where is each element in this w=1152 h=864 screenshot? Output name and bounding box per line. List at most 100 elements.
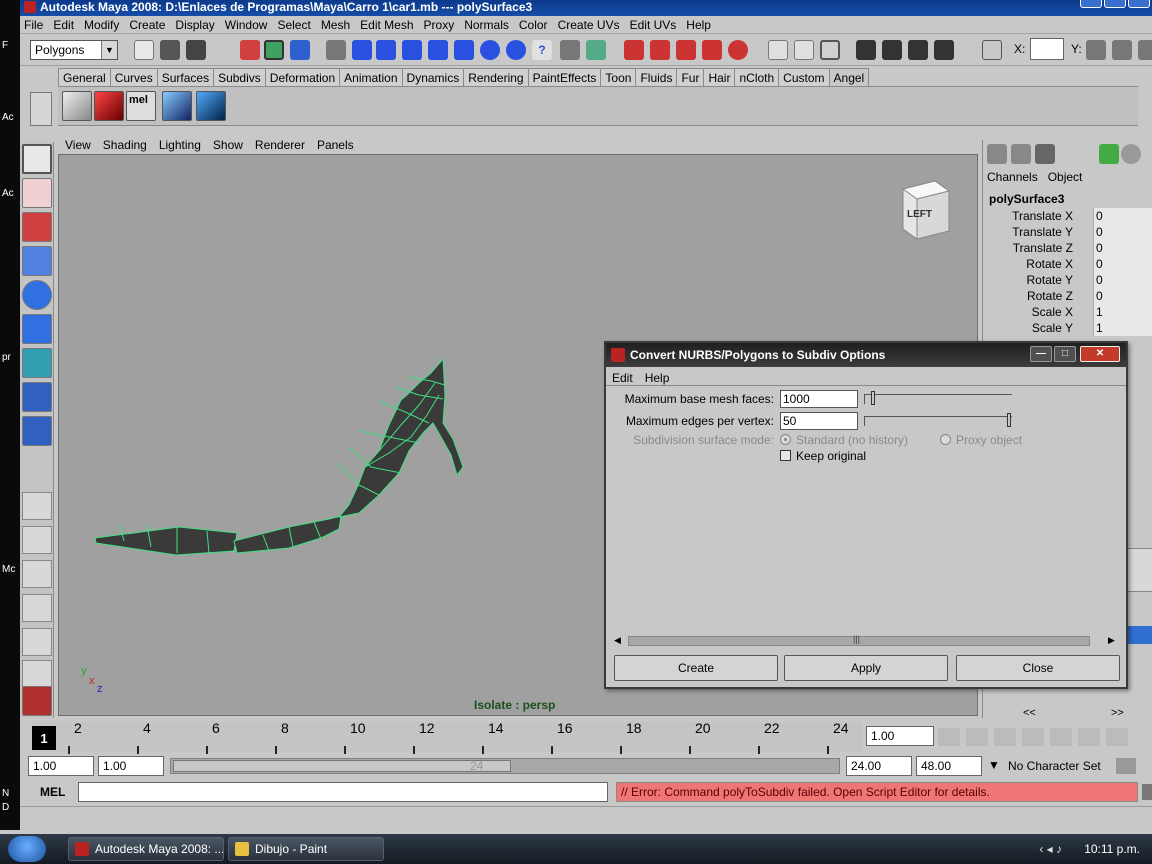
layer-panel-tool[interactable] — [1125, 548, 1152, 592]
cb-row[interactable]: Rotate X 0 — [983, 256, 1152, 272]
start-button[interactable] — [8, 836, 46, 862]
mel-script-icon[interactable]: mel — [126, 91, 156, 121]
range-handle[interactable]: 24 — [173, 759, 511, 773]
keep-original-checkbox[interactable] — [780, 450, 791, 461]
cb-attr-value[interactable]: 0 — [1093, 208, 1152, 224]
dialog-menu-help[interactable]: Help — [645, 371, 670, 385]
snap-curve-icon[interactable] — [376, 40, 396, 60]
help-icon[interactable]: ? — [532, 40, 552, 60]
select-hierarchy-icon[interactable] — [240, 40, 260, 60]
script-layout-icon[interactable] — [22, 660, 52, 688]
play-backward-icon[interactable] — [1022, 728, 1044, 746]
tab-angel[interactable]: Angel — [828, 68, 870, 86]
cb-row[interactable]: Scale Y 1 — [983, 320, 1152, 336]
blue-cube-icon[interactable] — [196, 91, 226, 121]
chevron-down-icon[interactable]: ▼ — [988, 758, 1000, 772]
tab-fur[interactable]: Fur — [676, 68, 705, 86]
tray-icons[interactable]: ‹ ◂ ♪ — [1039, 842, 1062, 856]
mode-proxy-radio[interactable] — [940, 434, 951, 445]
panel-menu-shading[interactable]: Shading — [103, 138, 147, 152]
close-window-button[interactable] — [1128, 0, 1150, 8]
cb-attr-value[interactable]: 0 — [1093, 272, 1152, 288]
key-icon[interactable] — [1116, 758, 1136, 774]
tab-fluids[interactable]: Fluids — [635, 68, 678, 86]
menu-normals[interactable]: Normals — [464, 18, 509, 32]
task-paint[interactable]: Dibujo - Paint — [228, 837, 384, 861]
menu-help[interactable]: Help — [686, 18, 711, 32]
tab-subdivs[interactable]: Subdivs — [213, 68, 266, 86]
cb-menu-object[interactable]: Object — [1048, 170, 1083, 184]
view-cube[interactable]: LEFT — [897, 179, 951, 241]
soft-mod-icon[interactable] — [22, 382, 52, 412]
scroll-track[interactable]: ||| — [628, 634, 1090, 646]
create-button[interactable]: Create — [614, 655, 778, 681]
channel-box-toggle-icon[interactable] — [856, 40, 876, 60]
max-edges-slider-thumb[interactable] — [1007, 413, 1011, 427]
tab-animation[interactable]: Animation — [339, 68, 403, 86]
cb-attr-value[interactable]: 0 — [1093, 224, 1152, 240]
start-time-field[interactable]: 1.00 — [28, 756, 94, 776]
tab-ncloth[interactable]: nCloth — [734, 68, 780, 86]
menu-window[interactable]: Window — [225, 18, 268, 32]
attribute-editor-toggle-icon[interactable] — [882, 40, 902, 60]
blue-plane-icon[interactable] — [162, 91, 192, 121]
cb-attr-value[interactable]: 1 — [1093, 304, 1152, 320]
tab-deformation[interactable]: Deformation — [264, 68, 341, 86]
tab-surfaces[interactable]: Surfaces — [156, 68, 215, 86]
graph-layout-icon[interactable] — [22, 594, 52, 622]
range-track[interactable]: 24 — [170, 758, 840, 774]
menu-file[interactable]: File — [24, 18, 43, 32]
cb-row[interactable]: Rotate Z 0 — [983, 288, 1152, 304]
cb-row[interactable]: Scale X 1 — [983, 304, 1152, 320]
tab-custom[interactable]: Custom — [778, 68, 830, 86]
tab-curves[interactable]: Curves — [109, 68, 158, 86]
anim-end-field[interactable]: 48.00 — [916, 756, 982, 776]
outliner-layout-icon[interactable] — [22, 560, 52, 588]
open-scene-icon[interactable] — [160, 40, 180, 60]
dialog-scrollbar[interactable]: ◀ ||| ▶ — [614, 634, 1118, 647]
title-bar[interactable]: Autodesk Maya 2008: D:\Enlaces de Progra… — [20, 0, 1152, 16]
rgb-icon[interactable] — [1099, 144, 1119, 164]
snap-grid-icon[interactable] — [352, 40, 372, 60]
car-icon[interactable] — [62, 91, 92, 121]
align-extra-icon[interactable] — [1138, 40, 1152, 60]
apply-button[interactable]: Apply — [784, 655, 948, 681]
max-faces-slider-thumb[interactable] — [870, 391, 875, 405]
rotate-tool-icon[interactable] — [22, 280, 52, 310]
snap-plane-icon[interactable] — [428, 40, 448, 60]
output-ops-icon[interactable] — [794, 40, 814, 60]
menu-proxy[interactable]: Proxy — [424, 18, 455, 32]
shelf-menu-button[interactable] — [30, 92, 52, 126]
x-input[interactable] — [1030, 38, 1064, 60]
cb-row[interactable]: Rotate Y 0 — [983, 272, 1152, 288]
go-to-end-icon[interactable] — [1106, 728, 1128, 746]
lock-icon[interactable] — [560, 40, 580, 60]
close-button[interactable]: Close — [956, 655, 1120, 681]
tab-painteffects[interactable]: PaintEffects — [527, 68, 602, 86]
tab-dynamics[interactable]: Dynamics — [401, 68, 465, 86]
shading-icon[interactable] — [1121, 144, 1141, 164]
time-slider[interactable]: 1 1.00 2 4 6 8 10 12 14 16 18 20 22 24 — [20, 718, 1152, 754]
character-set-dropdown[interactable]: No Character Set — [1008, 756, 1108, 776]
cb-attr-value[interactable]: 0 — [1093, 256, 1152, 272]
scroll-right-icon[interactable]: ▶ — [1108, 635, 1115, 646]
render-settings-icon[interactable] — [702, 40, 722, 60]
transform-field-mode-icon[interactable] — [982, 40, 1002, 60]
max-edges-slider[interactable] — [864, 413, 1012, 427]
dialog-close-x-button[interactable]: ✕ — [1080, 346, 1120, 362]
make-live-icon[interactable] — [480, 40, 500, 60]
scroll-left-icon[interactable]: ◀ — [614, 635, 621, 646]
show-manip-icon[interactable] — [22, 416, 52, 446]
cb-row[interactable]: Translate Y 0 — [983, 224, 1152, 240]
align-right-icon[interactable] — [1112, 40, 1132, 60]
new-scene-icon[interactable] — [134, 40, 154, 60]
panel-menu-panels[interactable]: Panels — [317, 138, 354, 152]
max-edges-input[interactable]: 50 — [780, 412, 858, 430]
max-faces-slider[interactable] — [864, 391, 1012, 405]
menu-edit[interactable]: Edit — [53, 18, 74, 32]
snap-point-icon[interactable] — [402, 40, 422, 60]
cb-menu-channels[interactable]: Channels — [987, 170, 1038, 184]
single-perspective-layout-icon[interactable] — [22, 492, 52, 520]
mode-standard-radio[interactable] — [780, 434, 791, 445]
menu-display[interactable]: Display — [175, 18, 214, 32]
